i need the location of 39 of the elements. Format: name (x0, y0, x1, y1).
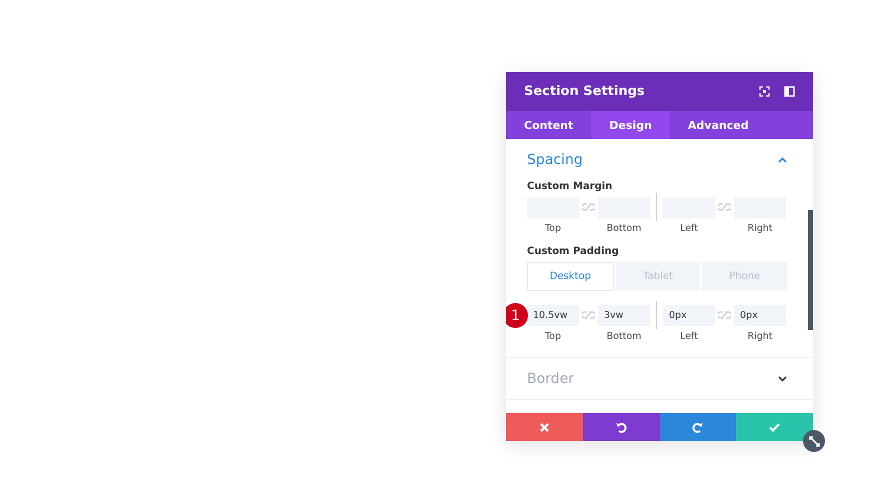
save-button[interactable] (736, 413, 813, 441)
resize-handle[interactable] (803, 430, 825, 452)
sidebar-icon[interactable] (784, 86, 795, 97)
link-icon[interactable] (582, 203, 595, 211)
fullscreen-icon[interactable] (759, 86, 770, 97)
field-label: Right (747, 331, 773, 342)
undo-icon (616, 422, 627, 432)
input-field[interactable]: 0px (663, 305, 715, 326)
undo-button[interactable] (582, 413, 660, 441)
input-field[interactable]: 10.5vw (527, 305, 579, 326)
checkmark-icon (769, 422, 780, 432)
input-field[interactable]: 3vw (598, 305, 650, 326)
redo-icon (692, 422, 704, 432)
input-field[interactable]: 0px (734, 305, 786, 326)
field-label: Bottom (606, 223, 642, 234)
close-icon (540, 422, 549, 432)
link-icon[interactable] (718, 311, 731, 319)
diagonal-arrows-icon (808, 436, 820, 446)
field-label: Left (680, 331, 698, 342)
scrollbar[interactable] (808, 210, 813, 330)
group-label: Custom Margin (527, 181, 614, 192)
tab[interactable]: Content (506, 111, 592, 139)
panel-title: Section Settings (524, 84, 646, 99)
link-icon[interactable] (718, 203, 731, 211)
field-label: Top (544, 223, 562, 234)
chevron-icon[interactable] (778, 376, 787, 382)
device-tab[interactable]: Desktop (527, 262, 614, 291)
section-title[interactable]: Spacing (527, 152, 583, 168)
group-label: Custom Padding (527, 246, 620, 257)
link-icon[interactable] (582, 311, 595, 319)
tab[interactable]: Design (591, 111, 670, 139)
close-button[interactable] (506, 413, 583, 441)
field-label: Bottom (606, 331, 642, 342)
field-label: Top (544, 331, 562, 342)
step-badge: 1 (506, 303, 528, 328)
field-label: Right (747, 223, 773, 234)
field-label: Left (680, 223, 698, 234)
redo-button[interactable] (660, 413, 736, 441)
tab[interactable]: Advanced (670, 111, 767, 139)
